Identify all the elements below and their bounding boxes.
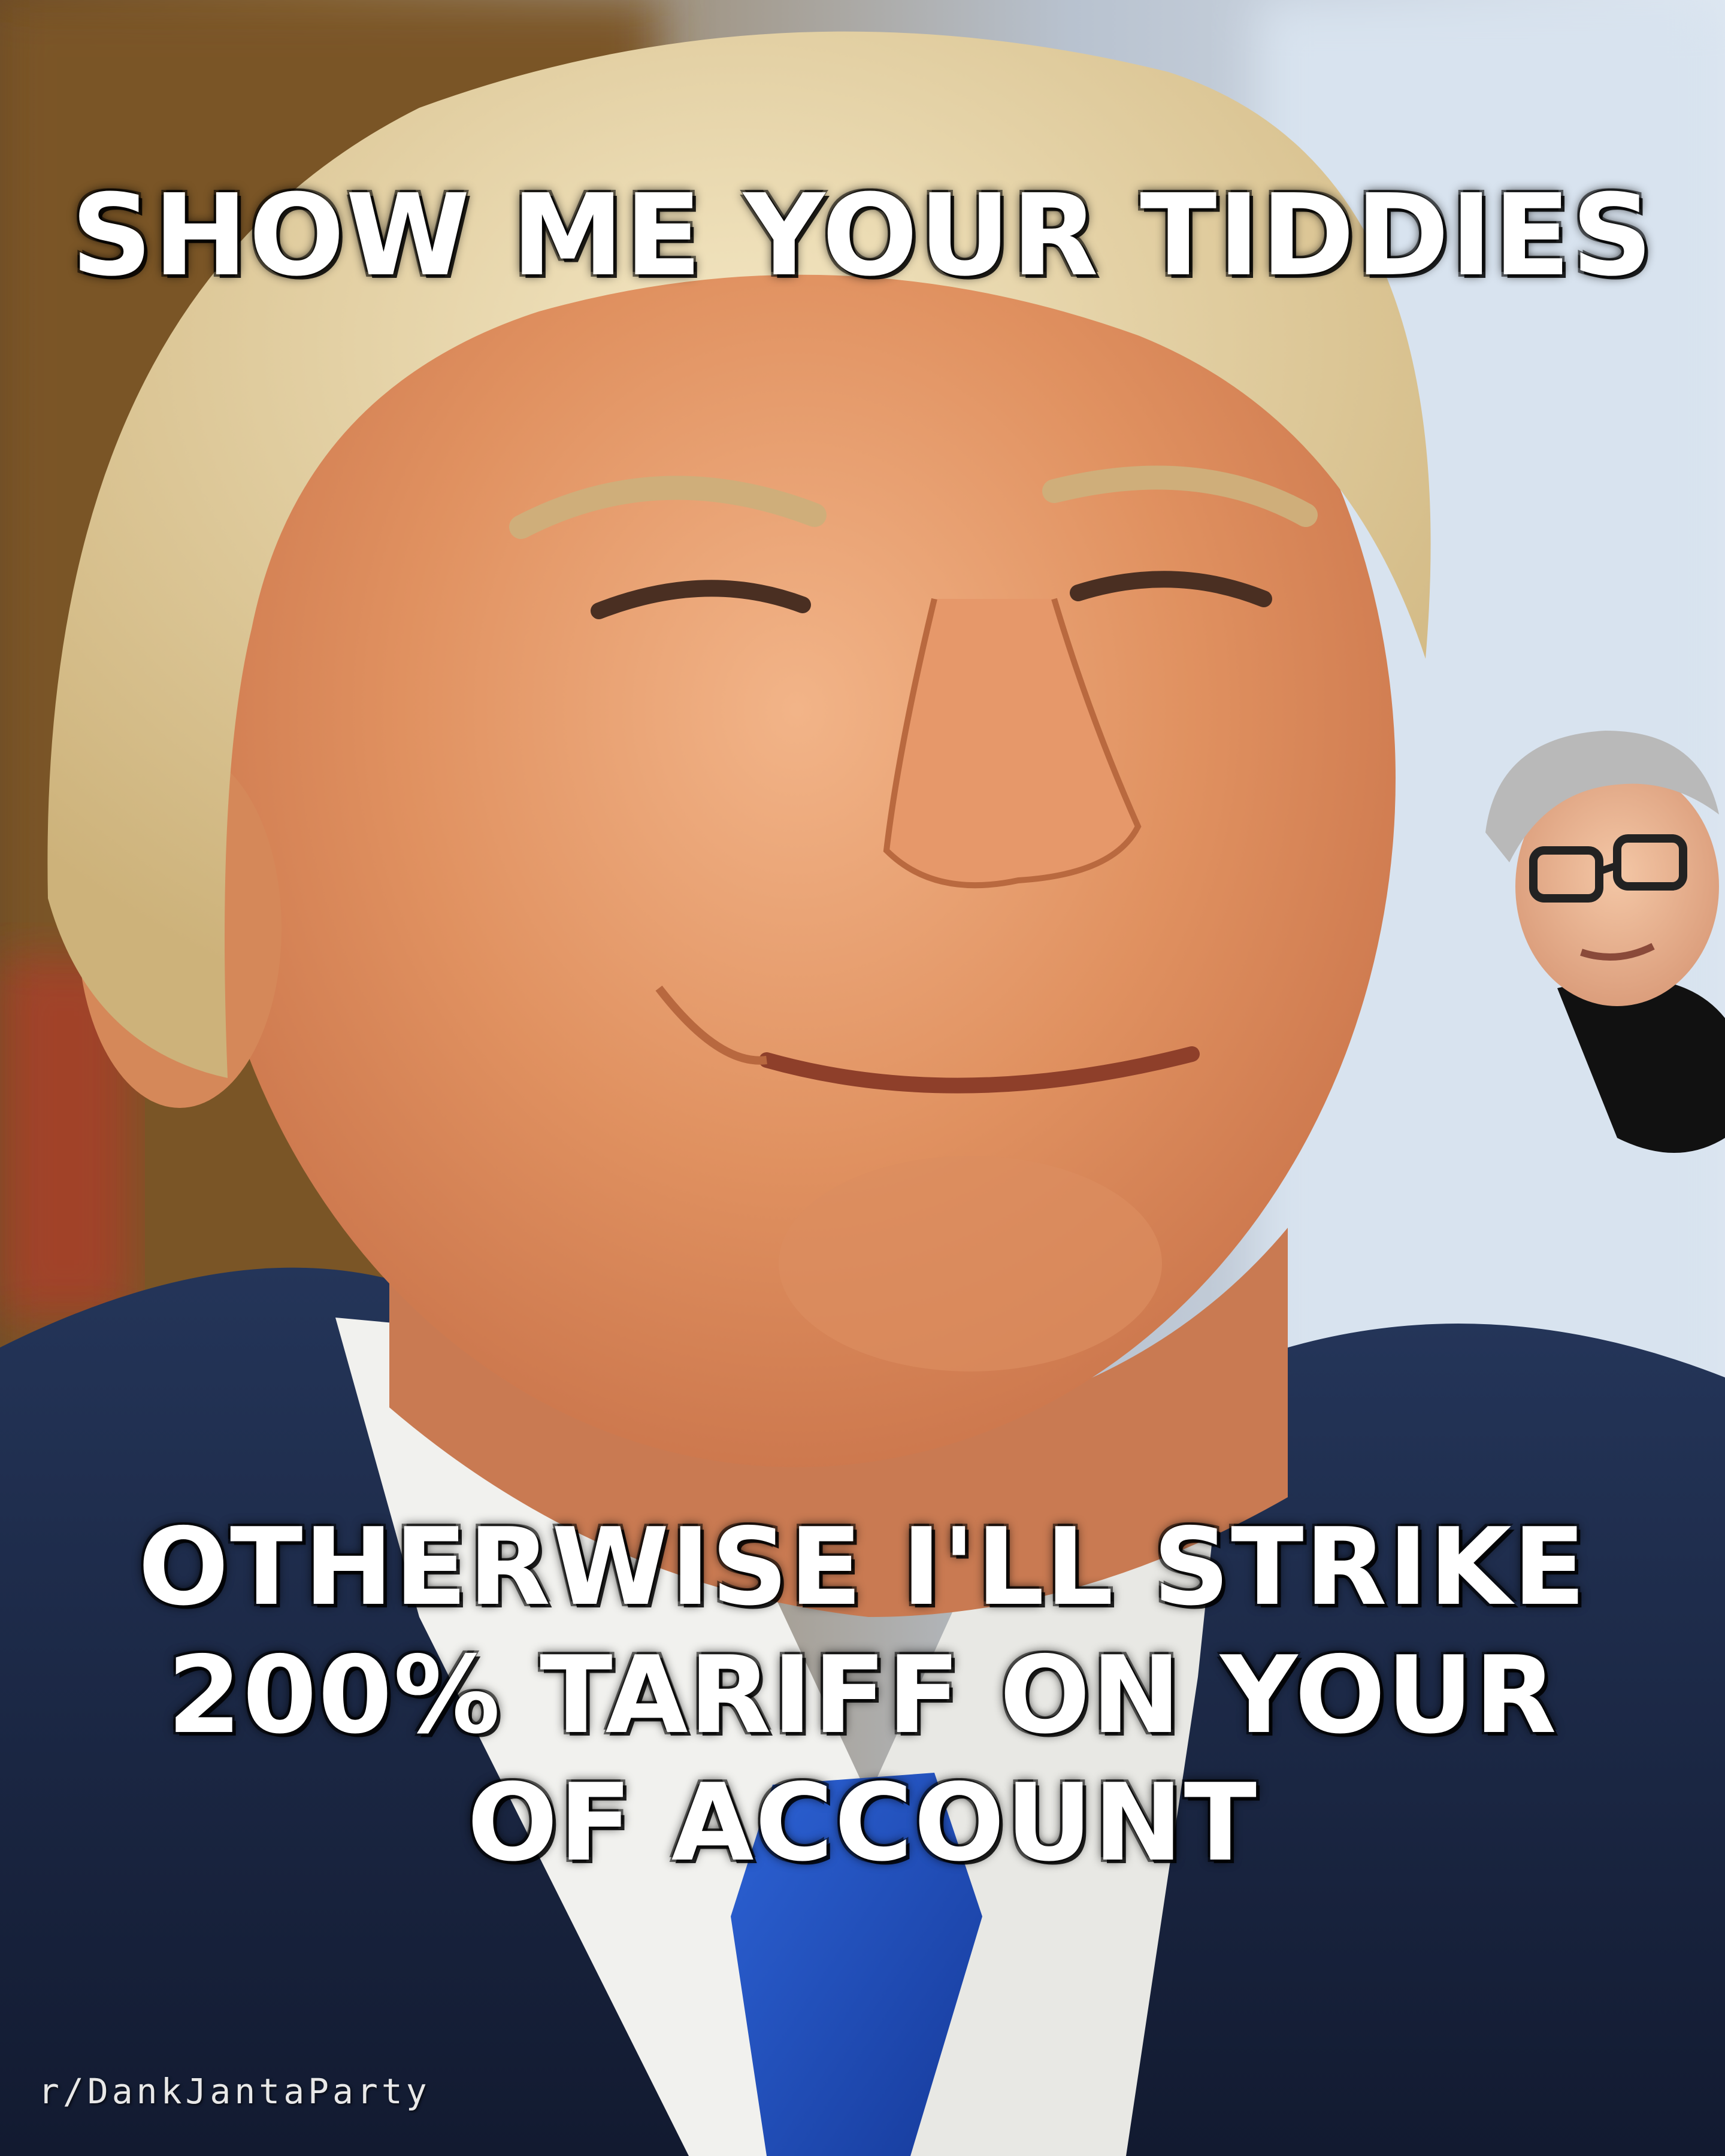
meme-image: SHOW ME YOUR TIDDIES OTHERWISE I'LL STRI… — [0, 0, 1725, 2156]
chin — [779, 1156, 1162, 1371]
bottom-caption: OTHERWISE I'LL STRIKE 200% TARIFF ON YOU… — [138, 1505, 1587, 1885]
top-caption: SHOW ME YOUR TIDDIES — [71, 170, 1654, 301]
subreddit-watermark: r/DankJantaParty — [38, 2071, 431, 2112]
